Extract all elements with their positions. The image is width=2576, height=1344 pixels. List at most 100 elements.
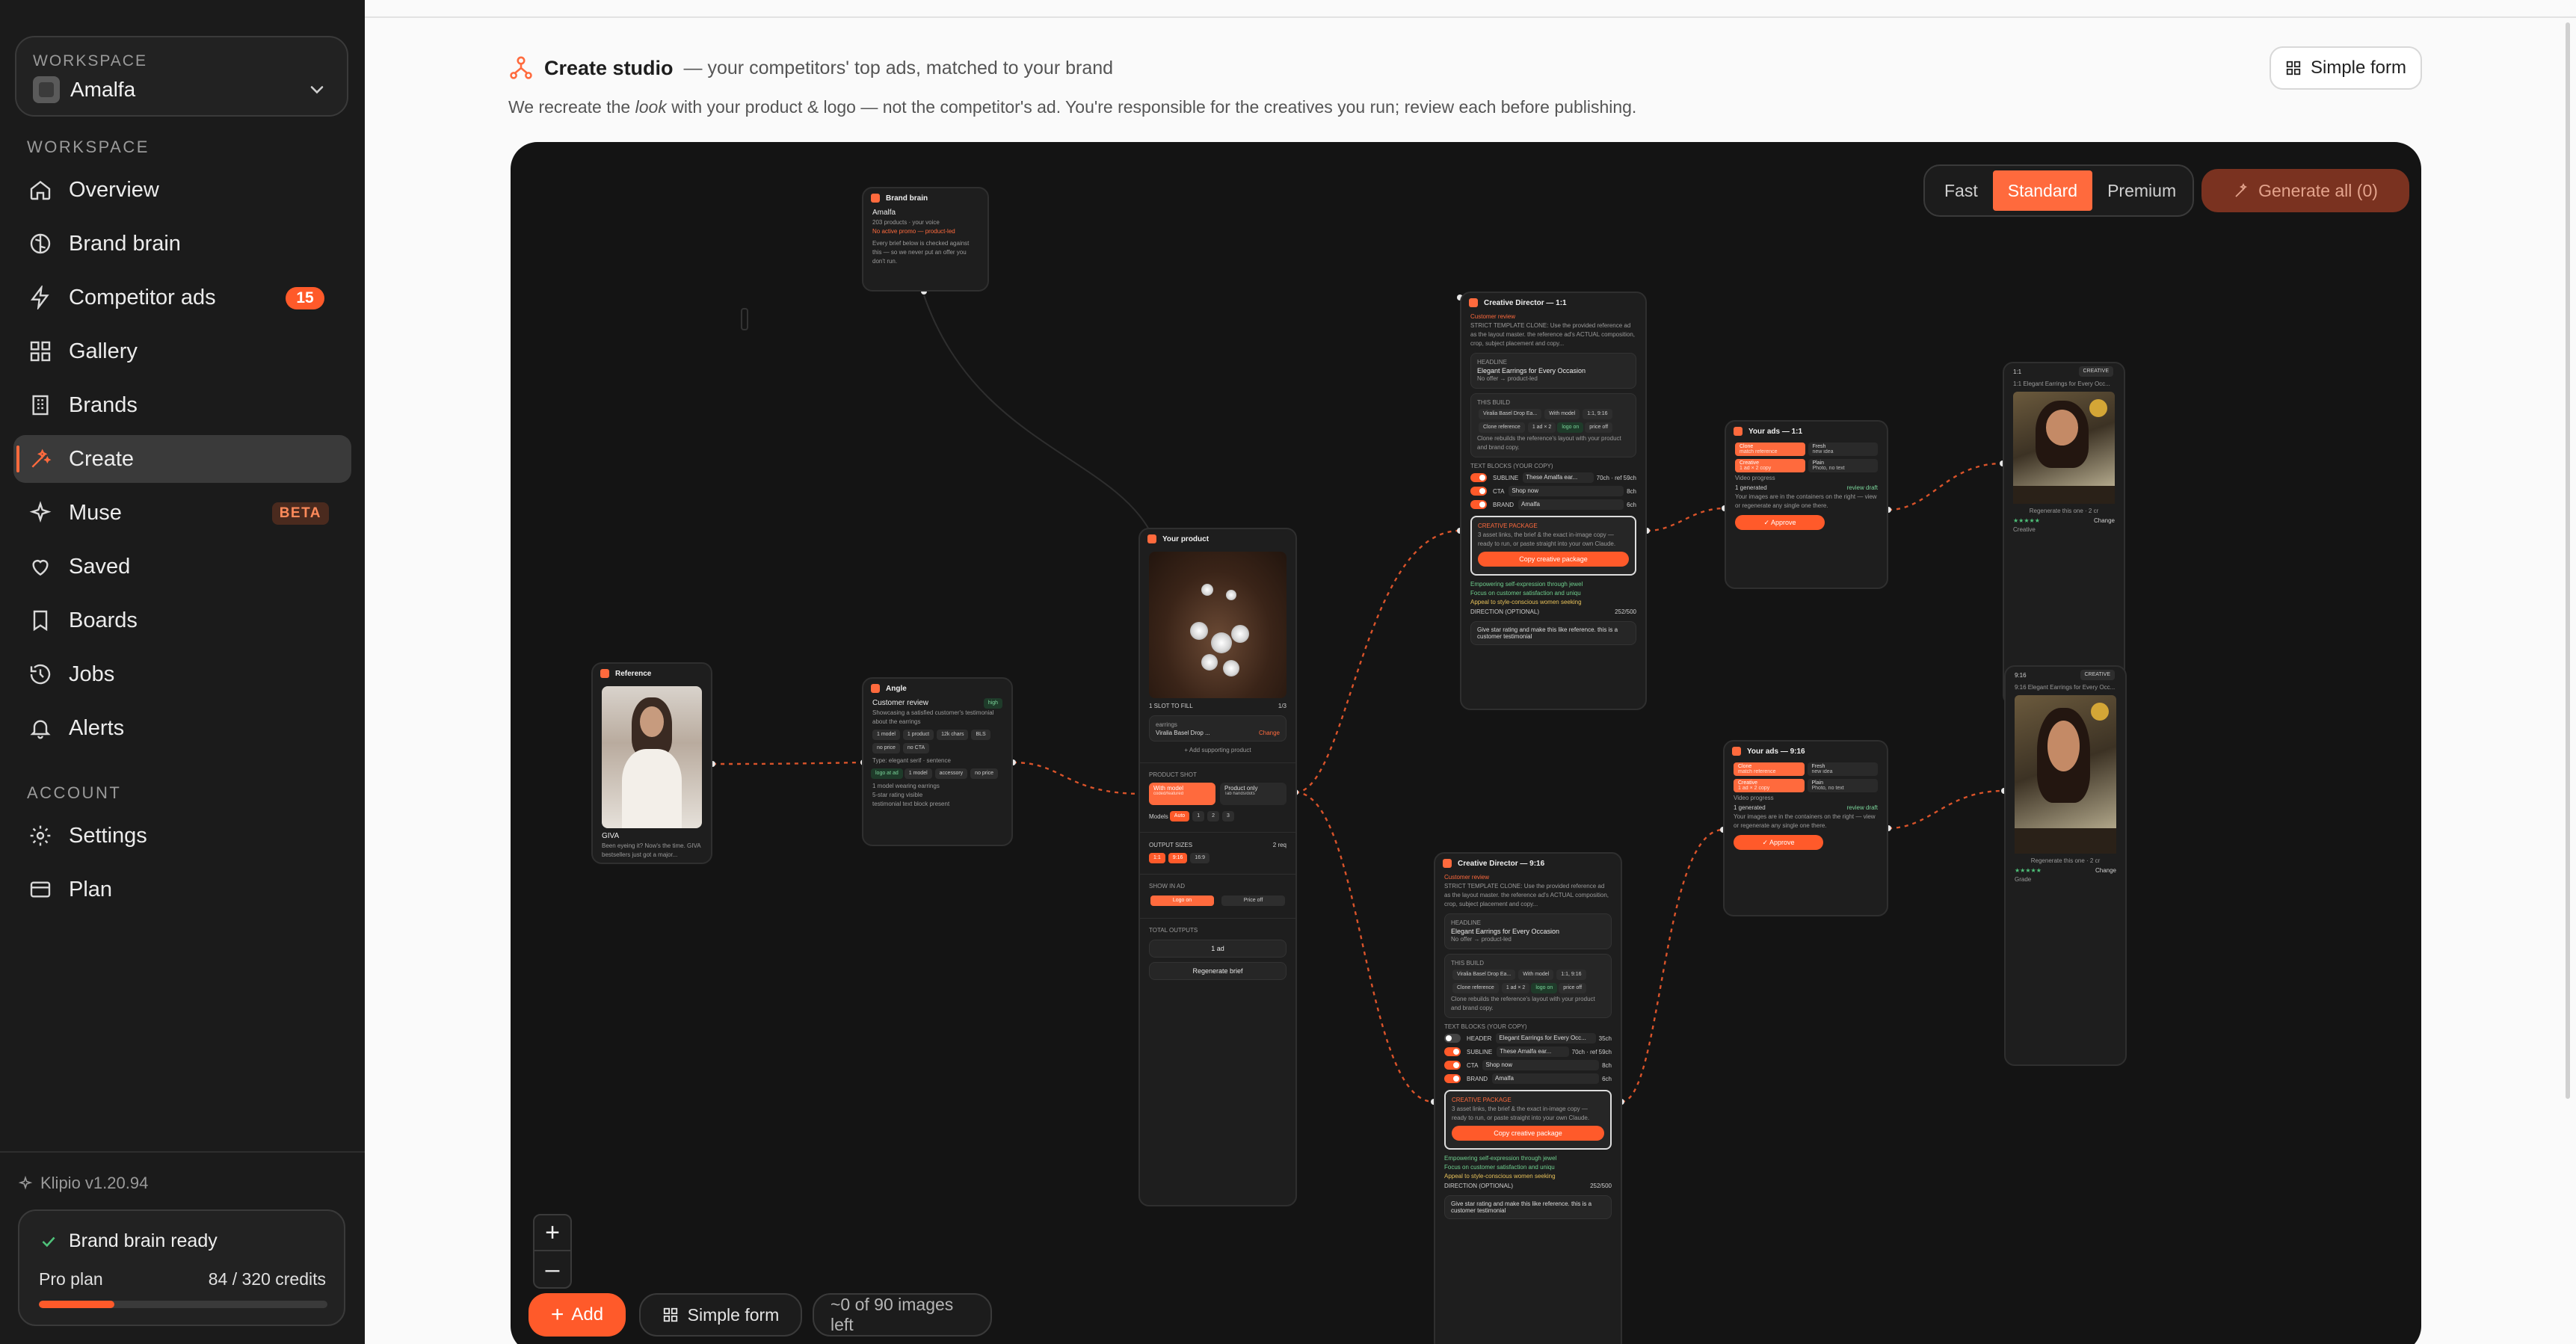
change-link[interactable]: Change bbox=[2095, 867, 2116, 874]
model-option[interactable]: Auto bbox=[1169, 811, 1190, 821]
slot-label: 1 SLOT TO FILL bbox=[1149, 703, 1193, 709]
ads-note: Your images are in the containers on the… bbox=[1734, 813, 1876, 829]
text-row-subline[interactable]: SUBLINE These Amalfa ear... 70ch · ref 59c… bbox=[1435, 1045, 1621, 1058]
show-option-logo[interactable]: Logo on bbox=[1150, 896, 1214, 906]
sidebar-item-overview[interactable]: Overview bbox=[13, 166, 351, 214]
ads-story-node[interactable]: Your ads — 9:16 Clone match reference Fre… bbox=[1723, 740, 1888, 916]
text-row-header[interactable]: HEADER Elegant Earrings for Every Occ... 3… bbox=[1435, 1032, 1621, 1045]
text-row-cta[interactable]: CTA Shop now 8ch bbox=[1435, 1058, 1621, 1072]
size-option[interactable]: 1:1 bbox=[1149, 853, 1165, 863]
output-story-node[interactable]: 9:16 CREATIVE 9:16 Elegant Earrings for E… bbox=[2004, 665, 2127, 1066]
credits-card[interactable]: Brand brain ready Pro plan 84 / 320 cred… bbox=[18, 1209, 345, 1326]
sidebar-item-competitor-ads[interactable]: Competitor ads 15 bbox=[13, 274, 351, 321]
output-image[interactable] bbox=[2013, 392, 2115, 504]
zoom-in-button[interactable]: + bbox=[533, 1214, 572, 1251]
total-value[interactable]: 1 ad bbox=[1149, 940, 1287, 958]
text-row-brand[interactable]: BRAND Amalfa 6ch bbox=[1461, 498, 1645, 511]
simple-form-button[interactable]: Simple form bbox=[2270, 46, 2422, 90]
ads-option-fresh[interactable]: Fresh new idea bbox=[1807, 762, 1878, 776]
model-option[interactable]: 1 bbox=[1192, 811, 1205, 821]
add-support-link[interactable]: + Add supporting product bbox=[1140, 746, 1295, 755]
product-image[interactable] bbox=[1149, 552, 1287, 698]
toggle[interactable] bbox=[1444, 1061, 1461, 1070]
brand-brain-node[interactable]: Brand brain Amalfa 203 products · your v… bbox=[862, 187, 989, 292]
output-image[interactable] bbox=[2015, 695, 2116, 854]
workspace-switcher[interactable]: WORKSPACE Amalfa bbox=[15, 36, 348, 117]
copy-package-button[interactable]: Copy creative package bbox=[1478, 552, 1629, 567]
sidebar-item-jobs[interactable]: Jobs bbox=[13, 650, 351, 698]
product-node[interactable]: Your product 1 SLOT TO FILL 1/3 earrings … bbox=[1138, 528, 1297, 1206]
ads-option-clone[interactable]: Clone match reference bbox=[1735, 443, 1805, 456]
drag-handle[interactable] bbox=[741, 308, 748, 330]
tier-standard[interactable]: Standard bbox=[1992, 170, 2093, 211]
copy-package-button[interactable]: Copy creative package bbox=[1452, 1126, 1604, 1141]
change-link[interactable]: Change bbox=[2094, 517, 2115, 524]
text-row-brand[interactable]: BRAND Amalfa 6ch bbox=[1435, 1072, 1621, 1085]
text-row-subline[interactable]: SUBLINE These Amalfa ear... 70ch · ref 59c… bbox=[1461, 471, 1645, 484]
output-square-node[interactable]: 1:1 CREATIVE 1:1 Elegant Earrings for Eve… bbox=[2003, 362, 2125, 706]
toggle[interactable] bbox=[1444, 1074, 1461, 1083]
toggle[interactable] bbox=[1470, 487, 1487, 496]
ads-square-node[interactable]: Your ads — 1:1 Clone match reference Fres… bbox=[1725, 420, 1888, 589]
flow-canvas[interactable]: Fast Standard Premium Generate all (0) B… bbox=[511, 142, 2421, 1344]
toggle[interactable] bbox=[1444, 1034, 1461, 1043]
ads-option-plain[interactable]: Plain Photo, no text bbox=[1808, 459, 1878, 472]
toggle[interactable] bbox=[1470, 500, 1487, 509]
ads-option-plain[interactable]: Plain Photo, no text bbox=[1807, 779, 1878, 792]
size-option[interactable]: 16:9 bbox=[1190, 853, 1210, 863]
top-divider bbox=[365, 16, 2576, 18]
tier-premium[interactable]: Premium bbox=[2092, 170, 2191, 211]
sidebar-item-settings[interactable]: Settings bbox=[13, 812, 351, 860]
slot-change-link[interactable]: Change bbox=[1259, 730, 1280, 736]
generate-all-button[interactable]: Generate all (0) bbox=[2201, 169, 2409, 212]
sidebar-item-boards[interactable]: Boards bbox=[13, 597, 351, 644]
ads-option-creative[interactable]: Creative 1 ad × 2 copy bbox=[1734, 779, 1805, 792]
ads-option-fresh[interactable]: Fresh new idea bbox=[1808, 443, 1878, 456]
sidebar-item-alerts[interactable]: Alerts bbox=[13, 704, 351, 752]
toggle[interactable] bbox=[1444, 1047, 1461, 1056]
page-scrollbar[interactable] bbox=[2566, 22, 2570, 1099]
direction-input[interactable]: Give star rating and make this like refe… bbox=[1444, 1195, 1612, 1219]
toggle[interactable] bbox=[1470, 473, 1487, 482]
direction-input[interactable]: Give star rating and make this like refe… bbox=[1470, 621, 1636, 645]
creative-director-story-node[interactable]: Creative Director — 9:16 Customer review… bbox=[1434, 852, 1622, 1344]
sidebar-item-plan[interactable]: Plan bbox=[13, 866, 351, 913]
add-node-button[interactable]: + Add bbox=[529, 1293, 626, 1337]
sidebar-item-saved[interactable]: Saved bbox=[13, 543, 351, 591]
size-option[interactable]: 9:16 bbox=[1168, 853, 1188, 863]
text-row-cta[interactable]: CTA Shop now 8ch bbox=[1461, 484, 1645, 498]
ads-option-clone[interactable]: Clone match reference bbox=[1734, 762, 1805, 776]
show-option-price[interactable]: Price off bbox=[1221, 896, 1285, 906]
slot-row: 1 SLOT TO FILL 1/3 bbox=[1140, 701, 1295, 711]
slot-box[interactable]: earrings Viralia Basel Drop ... Change bbox=[1149, 715, 1287, 742]
ads-option-creative[interactable]: Creative 1 ad × 2 copy bbox=[1735, 459, 1805, 472]
model-option[interactable]: 3 bbox=[1222, 811, 1234, 821]
ads-options: Clone match reference Fresh new idea Creat… bbox=[1725, 761, 1887, 794]
creative-director-square-node[interactable]: Creative Director — 1:1 Customer review … bbox=[1460, 292, 1647, 710]
regenerate-one-button[interactable]: Regenerate this one · 2 cr bbox=[2004, 507, 2124, 516]
zoom-out-button[interactable]: – bbox=[533, 1251, 572, 1289]
shot-option-model[interactable]: With model coded/featured bbox=[1149, 783, 1215, 805]
approve-button[interactable]: ✓ Approve bbox=[1734, 835, 1823, 850]
sidebar-item-brands[interactable]: Brands bbox=[13, 381, 351, 429]
reference-brand: GIVA bbox=[602, 832, 620, 840]
model-option[interactable]: 2 bbox=[1207, 811, 1220, 821]
regenerate-brief-button[interactable]: Regenerate brief bbox=[1149, 962, 1287, 980]
regenerate-one-button[interactable]: Regenerate this one · 2 cr bbox=[2006, 857, 2125, 866]
approve-button[interactable]: ✓ Approve bbox=[1735, 515, 1825, 530]
shot-option-product[interactable]: Product only Tab hands/dots bbox=[1220, 783, 1287, 805]
sidebar-item-brand-brain[interactable]: Brand brain bbox=[13, 220, 351, 268]
reference-node[interactable]: Reference GIVA Been eyeing it? Now's the… bbox=[591, 662, 712, 864]
simple-form-canvas-button[interactable]: Simple form bbox=[639, 1293, 802, 1337]
headline-box[interactable]: HEADLINE Elegant Earrings for Every Occa… bbox=[1470, 353, 1636, 389]
sidebar-item-gallery[interactable]: Gallery bbox=[13, 327, 351, 375]
sidebar-item-create[interactable]: Create bbox=[13, 435, 351, 483]
sidebar-divider bbox=[0, 1151, 365, 1153]
angle-node[interactable]: Angle Customer review high Showcasing a s… bbox=[862, 677, 1013, 846]
angle-chip: no CTA bbox=[902, 743, 930, 753]
sidebar-item-muse[interactable]: Muse BETA bbox=[13, 489, 351, 537]
headline-box[interactable]: HEADLINE Elegant Earrings for Every Occa… bbox=[1444, 913, 1612, 949]
sizes-options: 1:1 9:16 16:9 bbox=[1140, 850, 1295, 866]
tier-fast[interactable]: Fast bbox=[1929, 170, 1993, 211]
show-label: SHOW IN AD bbox=[1149, 883, 1186, 890]
